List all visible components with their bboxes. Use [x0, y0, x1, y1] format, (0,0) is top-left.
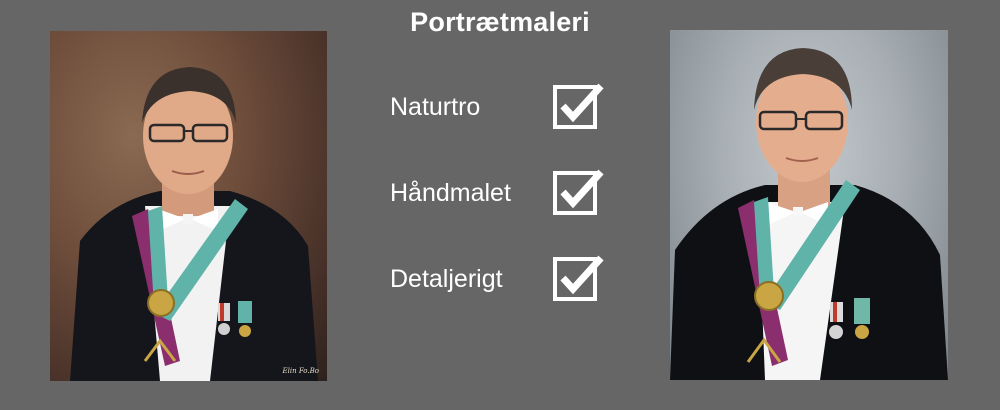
- feature-label: Detaljerigt: [390, 265, 503, 293]
- feature-label: Håndmalet: [390, 179, 511, 207]
- feature-item-handmalet: Håndmalet: [390, 168, 620, 216]
- photo-portrait-figure: [670, 48, 948, 380]
- feature-label: Naturtro: [390, 93, 481, 121]
- painted-portrait-figure: [70, 67, 318, 381]
- feature-item-naturtro: Naturtro: [390, 82, 620, 130]
- checkbox-checked-icon: [553, 83, 604, 129]
- painting-signature: Elin Fo.Bo: [282, 367, 319, 375]
- painted-portrait-image: Elin Fo.Bo: [50, 31, 327, 381]
- feature-item-detaljerigt: Detaljerigt: [390, 254, 620, 302]
- photo-portrait-image: [670, 30, 948, 380]
- checkbox-checked-icon: [553, 169, 604, 215]
- checkbox-checked-icon: [553, 255, 604, 301]
